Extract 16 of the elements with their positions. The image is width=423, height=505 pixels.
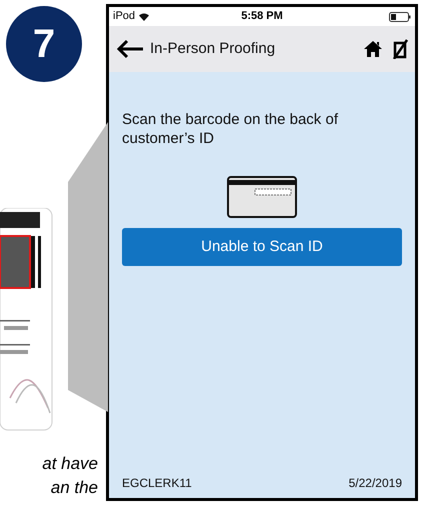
instruction-text: Scan the barcode on the back of customer’s ID — [122, 110, 339, 148]
caption-line: an the — [50, 477, 98, 499]
home-icon[interactable] — [363, 40, 383, 58]
carrier-label: iPod — [113, 9, 136, 24]
unable-to-scan-button[interactable]: Unable to Scan ID — [122, 228, 402, 266]
back-arrow-icon[interactable] — [116, 39, 144, 59]
status-time: 5:58 PM — [241, 9, 283, 24]
caption-line: at have — [42, 453, 98, 475]
user-id-label: EGCLERK11 — [122, 475, 192, 492]
step-number-badge: 7 — [6, 6, 82, 82]
date-label: 5/22/2019 — [348, 475, 402, 492]
battery-icon — [388, 12, 411, 22]
screen-title: In-Person Proofing — [150, 38, 276, 59]
wifi-icon — [139, 12, 150, 20]
id-card-icon — [227, 176, 297, 218]
no-signal-icon[interactable] — [393, 39, 408, 59]
